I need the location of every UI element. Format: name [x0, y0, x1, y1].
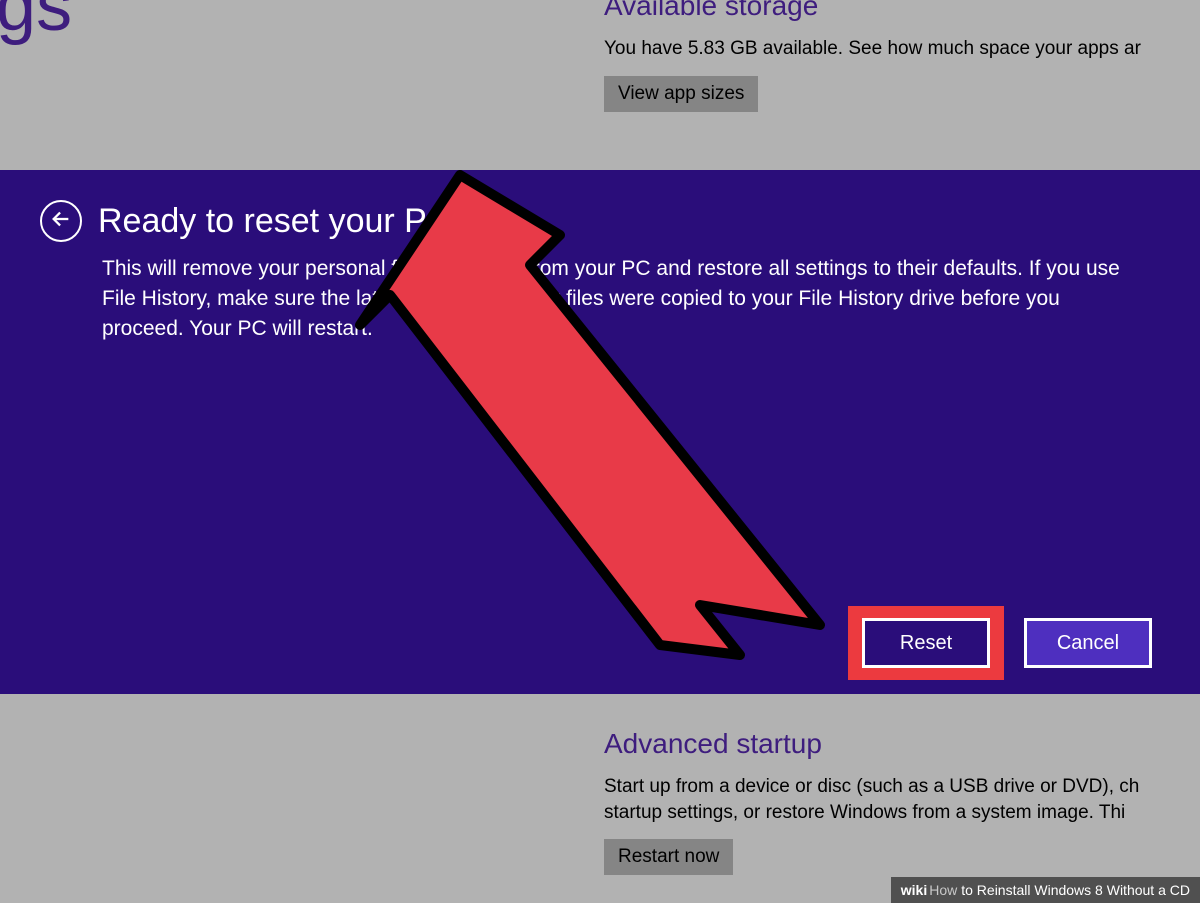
section-available-storage: Available storage You have 5.83 GB avail…	[604, 0, 1141, 112]
caption-text: to Reinstall Windows 8 Without a CD	[961, 882, 1190, 898]
section-advanced-startup: Advanced startup Start up from a device …	[604, 728, 1200, 875]
storage-description: You have 5.83 GB available. See how much…	[604, 36, 1141, 62]
caption-brand-bold: wiki	[901, 882, 927, 898]
cancel-button[interactable]: Cancel	[1024, 618, 1152, 668]
reset-pc-modal: Ready to reset your PC This will remove …	[0, 170, 1200, 694]
back-arrow-icon	[50, 208, 72, 235]
modal-title: Ready to reset your PC	[98, 202, 451, 241]
wikihow-caption: wikiHow to Reinstall Windows 8 Without a…	[891, 877, 1200, 903]
restart-now-button[interactable]: Restart now	[604, 839, 733, 875]
caption-brand-light: How	[929, 882, 957, 898]
modal-button-row: Cancel	[848, 618, 1152, 668]
startup-heading: Advanced startup	[604, 728, 1200, 760]
storage-heading: Available storage	[604, 0, 1141, 22]
modal-header: Ready to reset your PC	[40, 200, 1160, 242]
modal-body-text: This will remove your personal files and…	[102, 254, 1142, 343]
page-title: ings	[0, 0, 72, 47]
startup-description: Start up from a device or disc (such as …	[604, 774, 1200, 825]
view-app-sizes-button[interactable]: View app sizes	[604, 76, 758, 112]
back-button[interactable]	[40, 200, 82, 242]
